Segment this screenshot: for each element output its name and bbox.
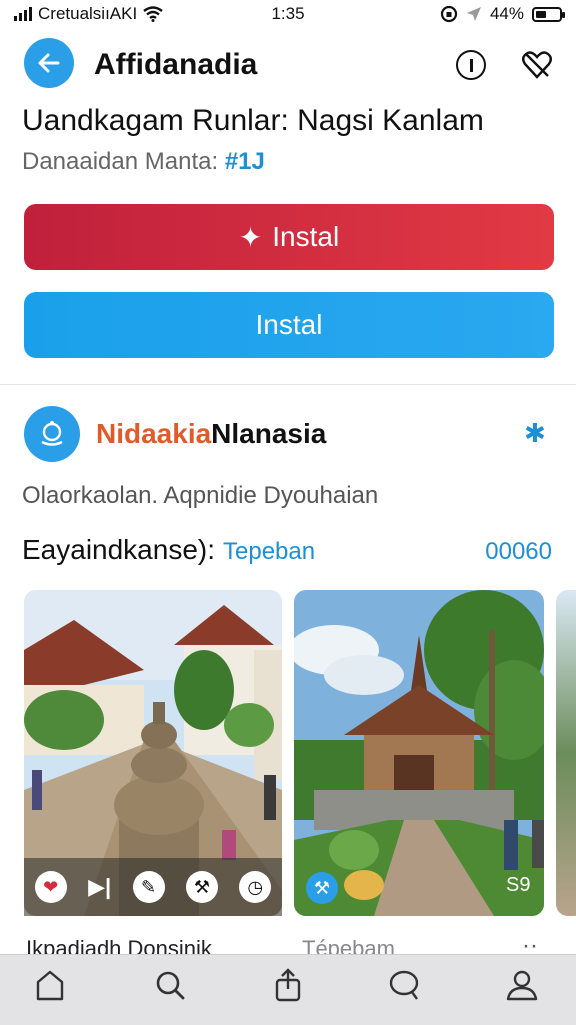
favorite-button[interactable] xyxy=(520,48,554,82)
home-icon[interactable] xyxy=(32,967,68,1003)
info-button[interactable] xyxy=(456,50,486,80)
back-button[interactable] xyxy=(24,38,74,88)
app-bar: Affidanadia xyxy=(0,38,576,98)
share-icon[interactable] xyxy=(270,967,306,1003)
developer-name-part1: Nidaakia xyxy=(96,418,212,449)
battery-percent: 44% xyxy=(489,4,524,23)
install-primary-label: Instal xyxy=(272,221,340,252)
install-primary-button[interactable]: ✦ Instal xyxy=(24,204,554,270)
developer-badge-icon[interactable]: ✱ xyxy=(524,418,546,449)
developer-name-part2: Nlanasia xyxy=(211,418,327,449)
install-secondary-button[interactable]: Instal xyxy=(24,292,554,358)
bell-icon xyxy=(41,421,63,446)
developer-name[interactable]: NidaakiaNlanasia xyxy=(96,418,326,450)
edit-icon[interactable]: ✎ xyxy=(132,871,165,903)
app-heading: Uandkagam Runlar: Nagsi Kanlam xyxy=(22,104,484,137)
subheading-tag[interactable]: #1J xyxy=(225,148,265,175)
meta-tag[interactable]: Tepeban xyxy=(223,538,315,565)
screenshot-2[interactable] xyxy=(294,590,544,916)
install-secondary-label: Instal xyxy=(255,309,323,340)
status-time: 1:35 xyxy=(271,4,305,23)
app-description: Olaorkaolan. Aqpnidie Dyouhaian xyxy=(22,482,379,509)
tab-bar xyxy=(0,954,576,1025)
subheading-text: Danaaidan Manta: xyxy=(22,148,219,175)
section-divider xyxy=(0,384,576,385)
chat-icon[interactable] xyxy=(386,967,422,1003)
screenshot-3[interactable] xyxy=(556,590,576,916)
app-bar-title: Affidanadia xyxy=(94,48,258,81)
info-icon xyxy=(469,58,473,72)
location-icon xyxy=(466,7,481,21)
status-bar: CretualsiıAKI 1:35 44% xyxy=(0,0,576,28)
profile-icon[interactable] xyxy=(504,967,540,1003)
orientation-lock-icon xyxy=(440,5,458,23)
timer-icon[interactable]: ◷ xyxy=(239,871,272,903)
screenshot-2-label: S9 xyxy=(506,874,531,896)
play-next-icon[interactable]: ▶| xyxy=(88,874,111,900)
meta-row: Eayaindkanse): Tepeban xyxy=(22,534,315,566)
search-icon[interactable] xyxy=(152,967,188,1003)
sparkle-icon: ✦ xyxy=(238,221,263,253)
wrench-icon[interactable]: ⚒ xyxy=(185,871,218,903)
heart-icon[interactable]: ❤ xyxy=(34,871,67,903)
screenshot-1-toolbar: ❤ ▶| ✎ ⚒ ◷ xyxy=(24,858,282,916)
meta-count: 00060 xyxy=(485,538,552,565)
screenshot-2-image xyxy=(294,590,544,916)
app-subheading: Danaaidan Manta: #1J xyxy=(22,148,265,176)
tools-badge-icon[interactable]: ⚒ xyxy=(306,872,338,904)
meta-label: Eayaindkanse): xyxy=(22,534,216,565)
arrow-left-icon xyxy=(38,53,60,73)
developer-avatar[interactable] xyxy=(24,406,80,462)
battery-icon xyxy=(532,6,565,22)
